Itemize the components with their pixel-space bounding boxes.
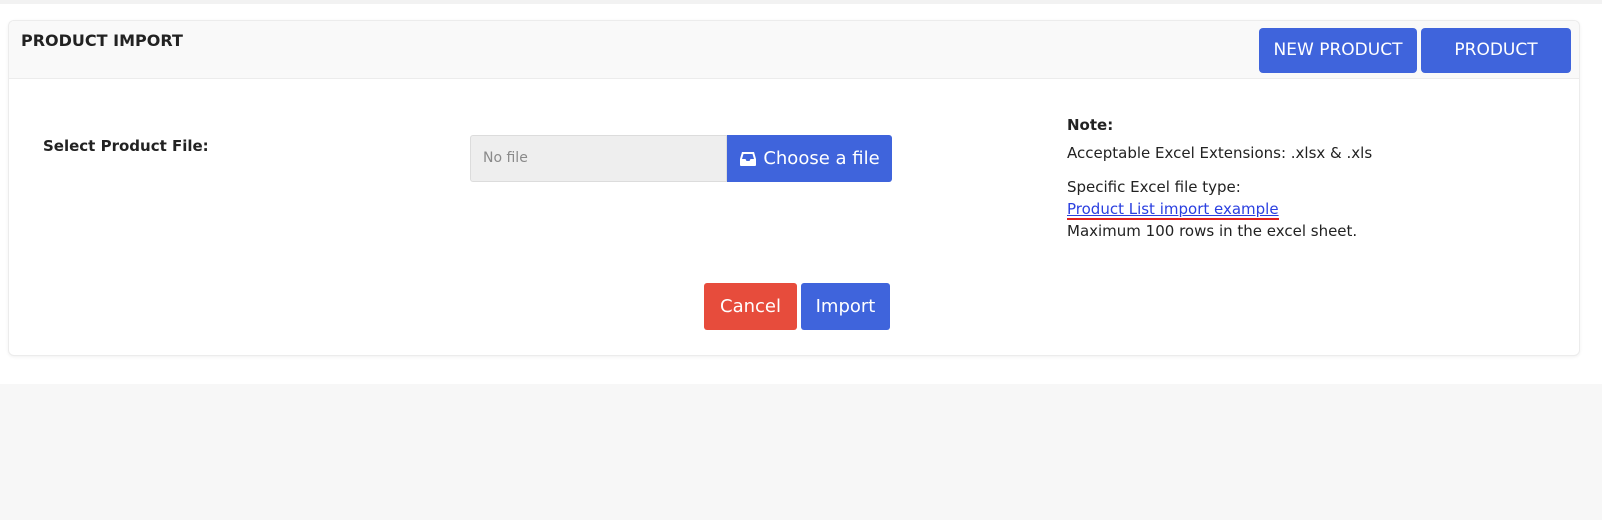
select-product-file-label: Select Product File: (43, 137, 209, 155)
cancel-button[interactable]: Cancel (704, 283, 797, 330)
product-list-button[interactable]: PRODUCT LIST (1421, 28, 1571, 105)
inbox-tray-icon (740, 151, 757, 166)
note-title: Note: (1067, 116, 1114, 134)
page-title: PRODUCT IMPORT (21, 31, 183, 50)
note-file-type: Specific Excel file type: (1067, 178, 1241, 196)
note-block: Note: Acceptable Excel Extensions: .xlsx… (1067, 114, 1567, 242)
import-button[interactable]: Import (801, 283, 890, 330)
product-list-import-example-link[interactable]: Product List import example (1067, 198, 1279, 220)
card-header: PRODUCT IMPORT NEW PRODUCT PRODUCT LIST (9, 21, 1579, 105)
note-max-rows: Maximum 100 rows in the excel sheet. (1067, 222, 1358, 240)
file-name-display[interactable]: No file (470, 135, 727, 182)
note-extensions: Acceptable Excel Extensions: .xlsx & .xl… (1067, 144, 1373, 162)
file-input-group: No file Choose a file (470, 135, 892, 182)
new-product-button[interactable]: NEW PRODUCT (1259, 28, 1417, 73)
choose-file-button[interactable]: Choose a file (727, 135, 892, 182)
product-import-card: PRODUCT IMPORT NEW PRODUCT PRODUCT LIST … (8, 20, 1580, 356)
choose-file-label: Choose a file (763, 148, 880, 169)
